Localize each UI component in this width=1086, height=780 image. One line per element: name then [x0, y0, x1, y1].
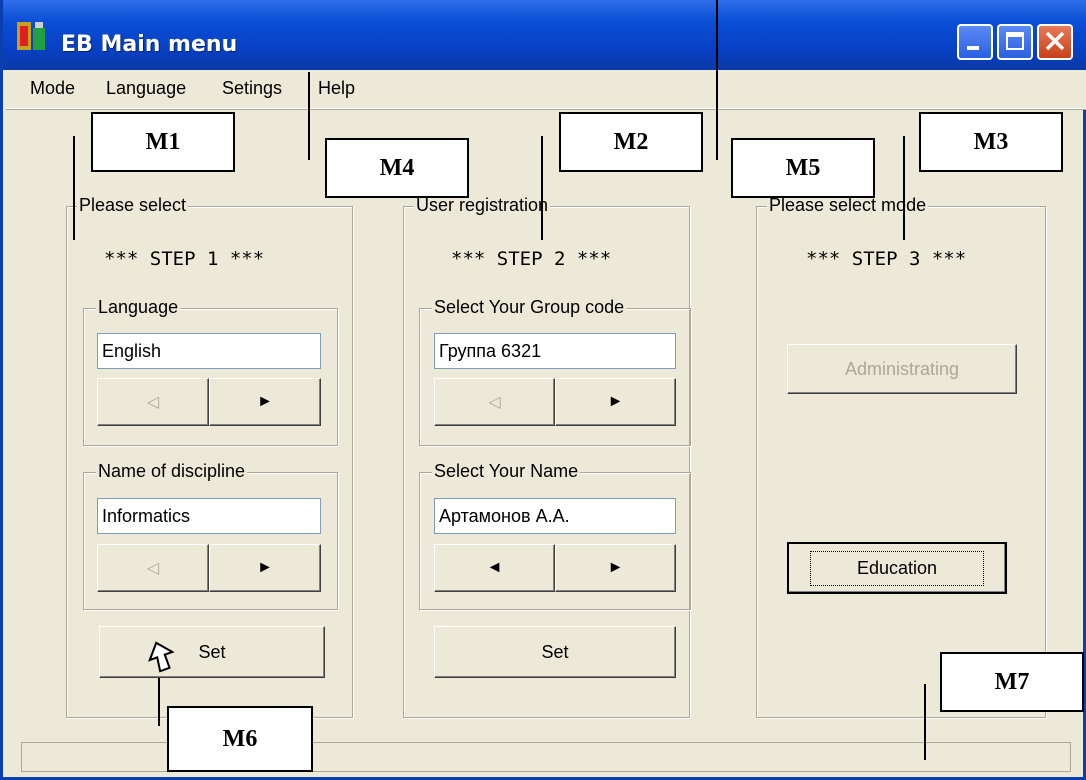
annotation-m3: M3: [919, 112, 1063, 172]
discipline-title: Name of discipline: [96, 461, 248, 482]
discipline-prev-button[interactable]: ◁: [97, 544, 209, 592]
menu-setings[interactable]: Setings: [222, 78, 282, 99]
group-code-prev-button[interactable]: ◁: [434, 378, 555, 426]
set-label: Set: [198, 641, 226, 662]
step2-label: *** STEP 2 ***: [451, 248, 612, 270]
education-button[interactable]: Education: [787, 542, 1007, 594]
group-code-nav: ◁ ►: [434, 378, 676, 426]
annotation-line: [308, 72, 310, 160]
name-prev-button[interactable]: ◄: [434, 544, 555, 592]
arrow-right-icon: ►: [607, 559, 624, 576]
arrow-right-icon: ►: [607, 393, 624, 410]
close-icon: [1045, 31, 1065, 51]
step2-set-button[interactable]: Set: [434, 626, 676, 678]
education-label: Education: [809, 550, 985, 586]
arrow-left-icon: ◁: [146, 560, 160, 577]
annotation-line: [541, 136, 543, 240]
close-button[interactable]: [1037, 24, 1073, 60]
annotation-line: [73, 136, 75, 240]
discipline-nav: ◁ ►: [97, 544, 321, 592]
annotation-line: [716, 0, 718, 160]
annotation-m4: M4: [325, 138, 469, 198]
step1-label: *** STEP 1 ***: [104, 248, 265, 270]
minimize-icon: [967, 46, 979, 50]
step1-set-button[interactable]: Set: [99, 626, 325, 678]
maximize-icon: [1006, 32, 1024, 50]
arrow-left-icon: ◄: [486, 559, 503, 576]
discipline-next-button[interactable]: ►: [209, 544, 321, 592]
language-nav: ◁ ►: [97, 378, 321, 426]
menu-bar: Mode Language Setings Help: [6, 70, 1086, 109]
language-next-button[interactable]: ►: [209, 378, 321, 426]
main-window: EB Main menu Mode Language Setings Help …: [0, 0, 1086, 780]
minimize-button[interactable]: [957, 24, 993, 60]
menu-language[interactable]: Language: [106, 78, 186, 99]
app-icon: [17, 22, 45, 50]
name-nav: ◄ ►: [434, 544, 676, 592]
name-title: Select Your Name: [432, 461, 581, 482]
arrow-right-icon: ►: [257, 393, 273, 410]
select-mode-group: Please select mode: [756, 195, 1046, 718]
group-title: User registration: [414, 195, 551, 216]
menu-mode[interactable]: Mode: [30, 78, 75, 99]
annotation-line: [158, 678, 160, 726]
cursor-arrow-icon: [148, 641, 175, 673]
language-prev-button[interactable]: ◁: [97, 378, 209, 426]
annotation-m7: M7: [940, 652, 1084, 712]
language-title: Language: [96, 297, 181, 318]
arrow-left-icon: ◁: [146, 394, 160, 411]
group-code-title: Select Your Group code: [432, 297, 627, 318]
title-bar[interactable]: EB Main menu: [3, 0, 1086, 70]
annotation-m5: M5: [731, 138, 875, 198]
maximize-button[interactable]: [997, 24, 1033, 60]
administrating-label: Administrating: [844, 358, 960, 379]
administrating-button[interactable]: Administrating: [787, 344, 1017, 394]
annotation-line: [903, 136, 905, 240]
menu-help[interactable]: Help: [318, 78, 355, 99]
group-title: Please select: [77, 195, 189, 216]
language-field[interactable]: English: [97, 333, 321, 369]
name-field[interactable]: Артамонов А.А.: [434, 498, 676, 534]
discipline-field[interactable]: Informatics: [97, 498, 321, 534]
annotation-m6: M6: [167, 706, 313, 772]
group-code-next-button[interactable]: ►: [555, 378, 676, 426]
name-next-button[interactable]: ►: [555, 544, 676, 592]
arrow-left-icon: ◁: [488, 394, 501, 411]
annotation-line: [924, 684, 926, 760]
annotation-m1: M1: [91, 112, 235, 172]
window-title: EB Main menu: [61, 32, 238, 57]
set-label: Set: [541, 641, 569, 662]
group-code-field[interactable]: Группа 6321: [434, 333, 676, 369]
annotation-m2: M2: [559, 112, 703, 172]
arrow-right-icon: ►: [257, 559, 273, 576]
step3-label: *** STEP 3 ***: [806, 248, 967, 270]
